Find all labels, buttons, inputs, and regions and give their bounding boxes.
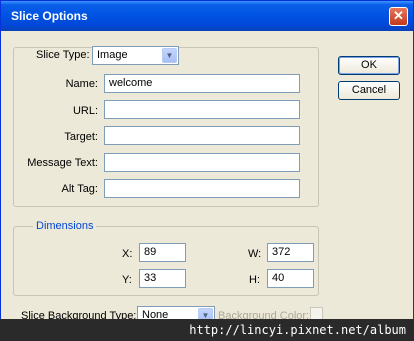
alt-tag-label: Alt Tag:: [61, 183, 99, 195]
slice-type-label: Slice Type:: [33, 49, 93, 61]
slice-type-value: Image: [97, 49, 128, 61]
h-label: H:: [249, 274, 260, 286]
w-label: W:: [248, 248, 262, 260]
name-field[interactable]: welcome: [104, 74, 300, 93]
cancel-button[interactable]: Cancel: [338, 81, 400, 100]
w-field[interactable]: 372: [267, 243, 314, 262]
x-field[interactable]: 89: [139, 243, 186, 262]
target-label: Target:: [64, 131, 98, 143]
name-label: Name:: [65, 78, 98, 90]
y-field[interactable]: 33: [139, 269, 186, 288]
dialog-title: Slice Options: [11, 9, 88, 23]
chevron-down-icon: ▼: [162, 48, 177, 63]
slice-type-select[interactable]: Image ▼: [92, 46, 179, 65]
dimensions-legend: Dimensions: [33, 220, 97, 232]
message-text-label: Message Text:: [27, 157, 98, 169]
slice-options-dialog: Slice Options ✕ Slice Type: Image ▼ Name…: [0, 0, 414, 341]
watermark-url: http://lincyi.pixnet.net/album: [0, 319, 414, 341]
url-label: URL:: [72, 105, 98, 117]
url-field[interactable]: [104, 100, 300, 119]
x-label: X:: [122, 248, 133, 260]
y-label: Y:: [122, 274, 132, 286]
message-text-field[interactable]: [104, 153, 300, 172]
target-field[interactable]: [104, 126, 300, 145]
alt-tag-field[interactable]: [104, 179, 300, 198]
ok-button[interactable]: OK: [338, 56, 400, 75]
h-field[interactable]: 40: [267, 269, 314, 288]
close-button[interactable]: ✕: [389, 7, 408, 26]
title-bar[interactable]: Slice Options ✕: [1, 1, 413, 31]
